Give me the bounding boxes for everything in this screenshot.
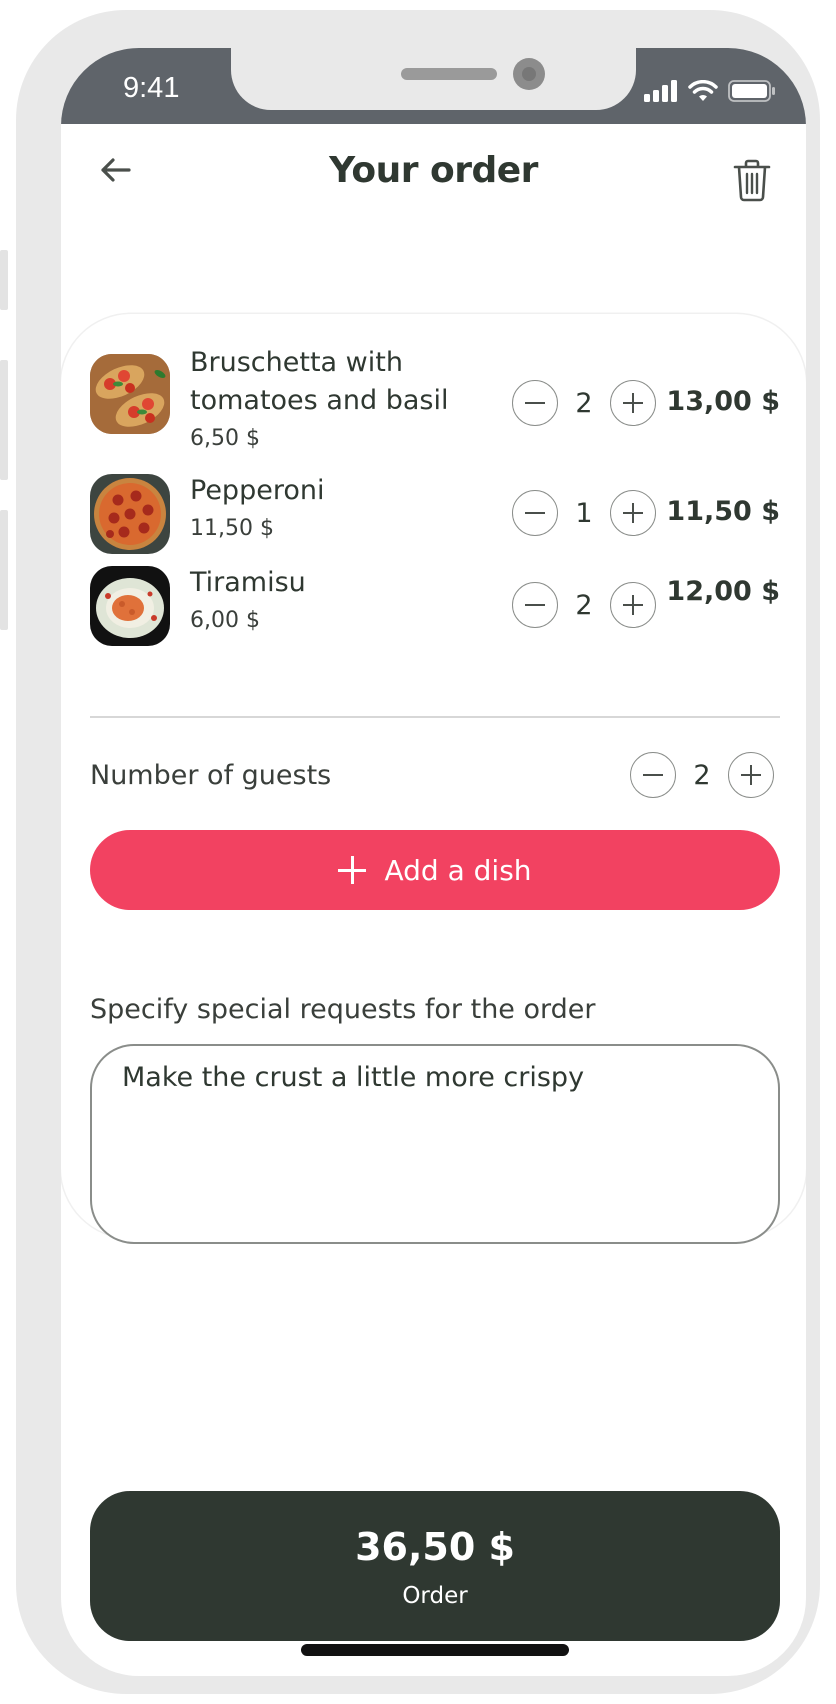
increase-guests-button[interactable]: [728, 752, 774, 798]
phone-frame: 9:41 Your order Bruschetta with tomatoes…: [0, 10, 820, 1694]
minus-icon: [525, 402, 545, 404]
order-card: Bruschetta with tomatoes and basil 6,50 …: [61, 314, 806, 1244]
dish-image: [90, 354, 170, 434]
dish-total: 12,00 $: [666, 576, 780, 607]
dish-row: Pepperoni 11,50 $ 1 11,50 $: [90, 472, 780, 554]
order-total: 36,50 $: [355, 1525, 515, 1569]
dish-quantity: 1: [575, 497, 593, 529]
side-button: [0, 510, 8, 630]
dish-unit-price: 6,00 $: [190, 608, 260, 633]
status-time: 9:41: [123, 72, 180, 104]
dish-name: Tiramisu: [190, 567, 306, 598]
side-button: [0, 250, 8, 310]
notch: [231, 48, 636, 110]
dish-unit-price: 6,50 $: [190, 426, 260, 451]
decrease-button[interactable]: [512, 380, 558, 426]
add-dish-label: Add a dish: [384, 853, 532, 887]
minus-icon: [525, 512, 545, 514]
minus-icon: [643, 774, 663, 776]
decrease-button[interactable]: [512, 582, 558, 628]
add-dish-button[interactable]: Add a dish: [90, 830, 780, 910]
special-requests-field[interactable]: Make the crust a little more crispy: [90, 1044, 780, 1244]
quantity-stepper: 2: [512, 582, 656, 628]
increase-button[interactable]: [610, 380, 656, 426]
minus-icon: [525, 604, 545, 606]
status-bar: 9:41: [61, 48, 806, 124]
trash-icon[interactable]: [732, 158, 772, 202]
special-requests-label: Specify special requests for the order: [90, 994, 596, 1025]
divider: [90, 716, 780, 718]
speaker: [401, 68, 497, 80]
dish-name: tomatoes and basil: [190, 385, 449, 416]
home-indicator: [301, 1644, 569, 1656]
dish-quantity: 2: [575, 387, 593, 419]
increase-button[interactable]: [610, 582, 656, 628]
dish-image: [90, 566, 170, 646]
order-button[interactable]: 36,50 $ Order: [90, 1491, 780, 1641]
guests-label: Number of guests: [90, 760, 332, 791]
decrease-button[interactable]: [512, 490, 558, 536]
wifi-icon: [688, 80, 718, 101]
screen: 9:41 Your order Bruschetta with tomatoes…: [61, 48, 806, 1676]
side-button: [0, 360, 8, 480]
dish-total: 13,00 $: [666, 386, 780, 417]
dish-quantity: 2: [575, 589, 593, 621]
dish-row: Bruschetta with tomatoes and basil 6,50 …: [90, 344, 780, 454]
decrease-guests-button[interactable]: [630, 752, 676, 798]
status-icons: [644, 80, 776, 102]
dish-name: Pepperoni: [190, 475, 325, 506]
plus-icon: [338, 856, 367, 884]
order-label: Order: [402, 1583, 468, 1609]
camera: [513, 58, 545, 90]
quantity-stepper: 1: [512, 490, 656, 536]
dish-image: [90, 474, 170, 554]
battery-icon: [728, 80, 775, 102]
dish-row: Tiramisu 6,00 $ 2 12,00 $: [90, 564, 780, 646]
page-title: Your order: [329, 150, 538, 191]
dish-unit-price: 11,50 $: [190, 516, 274, 541]
cellular-signal-icon: [644, 80, 677, 102]
dish-name: Bruschetta with: [190, 347, 403, 378]
guests-stepper: 2: [630, 752, 774, 798]
dish-total: 11,50 $: [666, 496, 780, 527]
increase-button[interactable]: [610, 490, 656, 536]
quantity-stepper: 2: [512, 380, 656, 426]
guests-quantity: 2: [693, 759, 711, 791]
